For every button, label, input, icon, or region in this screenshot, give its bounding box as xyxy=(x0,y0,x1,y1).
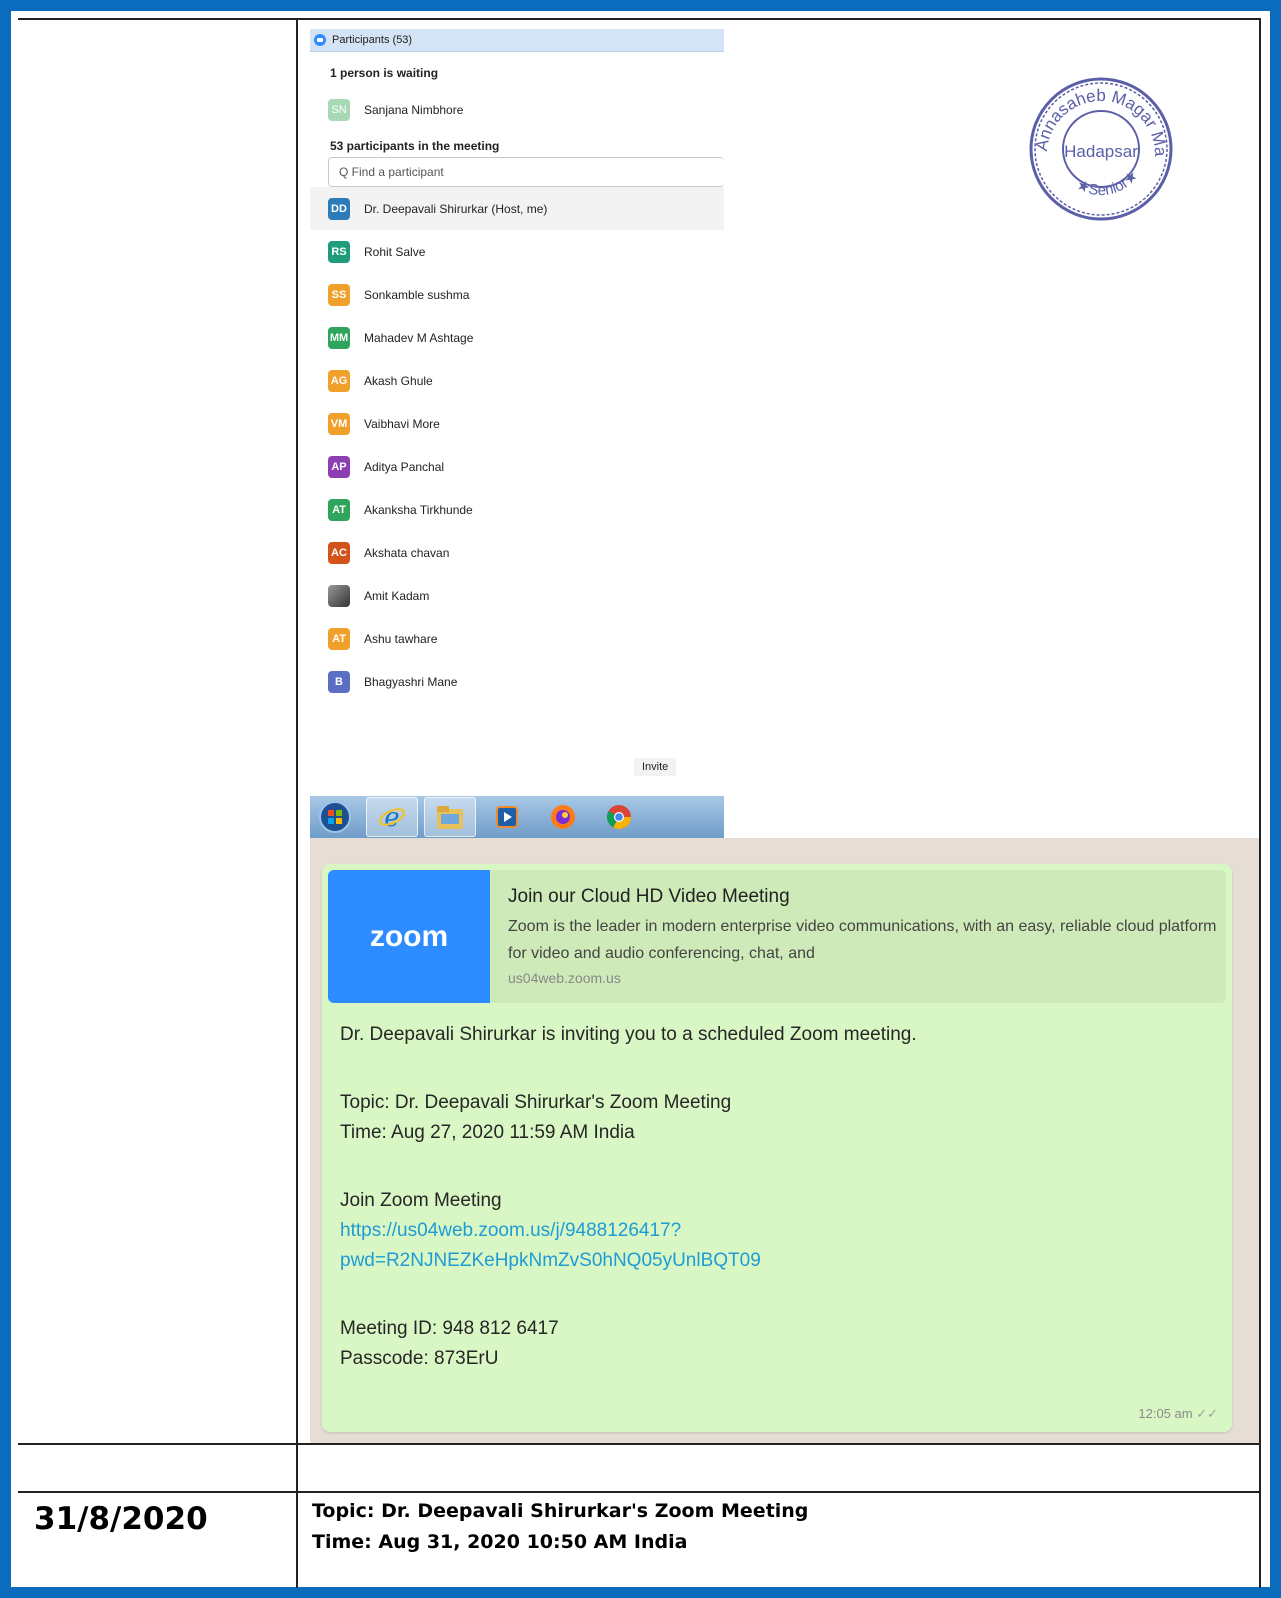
participant-row[interactable]: VM Vaibhavi More xyxy=(310,402,724,445)
panel-titlebar: Participants (53) xyxy=(310,29,724,52)
row-time: Time: Aug 31, 2020 10:50 AM India xyxy=(312,1531,688,1553)
zoom-participants-panel: Participants (53) 1 person is waiting SN… xyxy=(310,29,724,838)
meeting-heading: 53 participants in the meeting xyxy=(330,139,500,153)
participant-name: Bhagyashri Mane xyxy=(364,674,458,689)
search-placeholder: Q Find a participant xyxy=(339,165,444,179)
table-right-rule xyxy=(1259,18,1261,1588)
firefox-icon[interactable] xyxy=(538,798,588,836)
participant-name: Amit Kadam xyxy=(364,588,430,603)
avatar: RS xyxy=(328,240,350,263)
meeting-id: Meeting ID: 948 812 6417 xyxy=(340,1318,559,1339)
file-explorer-icon[interactable] xyxy=(424,797,476,837)
avatar: B xyxy=(328,670,350,693)
svg-text:Hadapsar: Hadapsar xyxy=(1064,142,1138,161)
time-line: Time: Aug 27, 2020 11:59 AM India xyxy=(340,1122,635,1143)
participant-row[interactable]: MM Mahadev M Ashtage xyxy=(310,316,724,359)
avatar: SS xyxy=(328,283,350,306)
table-top-rule xyxy=(18,18,1261,20)
college-seal-stamp: Annasaheb Magar Mahavidyalaya Hadapsar ★… xyxy=(1027,75,1173,221)
svg-text:e: e xyxy=(384,803,399,832)
participant-row[interactable]: DD Dr. Deepavali Shirurkar (Host, me) xyxy=(310,187,724,230)
preview-description: Zoom is the leader in modern enterprise … xyxy=(508,918,1217,962)
participant-name: Aditya Panchal xyxy=(364,459,445,474)
participant-row[interactable]: AG Akash Ghule xyxy=(310,359,724,402)
participant-name: Ashu tawhare xyxy=(364,631,438,646)
media-player-icon[interactable] xyxy=(482,798,532,836)
row-topic: Topic: Dr. Deepavali Shirurkar's Zoom Me… xyxy=(312,1500,809,1522)
preview-title: Join our Cloud HD Video Meeting xyxy=(508,886,790,907)
participant-row[interactable]: Amit Kadam xyxy=(310,574,724,617)
participant-name: Vaibhavi More xyxy=(364,416,440,431)
avatar: AT xyxy=(328,498,350,521)
avatar: AC xyxy=(328,541,350,564)
preview-url: us04web.zoom.us xyxy=(508,970,621,986)
participant-list: DD Dr. Deepavali Shirurkar (Host, me) RS Ro… xyxy=(310,187,724,703)
participant-row[interactable]: SS Sonkamble sushma xyxy=(310,273,724,316)
windows-taskbar: e xyxy=(310,796,724,838)
zoom-logo-icon xyxy=(314,34,326,46)
participant-name: Akash Ghule xyxy=(364,373,433,388)
link-preview[interactable]: zoom Join our Cloud HD Video Meeting Zoo… xyxy=(328,870,1226,1003)
avatar: SN xyxy=(328,98,350,121)
table-column-divider xyxy=(296,18,298,1588)
participant-name: Akshata chavan xyxy=(364,545,450,560)
participant-row[interactable]: AT Akanksha Tirkhunde xyxy=(310,488,724,531)
participant-name: Sonkamble sushma xyxy=(364,287,470,302)
avatar: AP xyxy=(328,455,350,478)
participant-row[interactable]: RS Rohit Salve xyxy=(310,230,724,273)
participant-row[interactable]: B Bhagyashri Mane xyxy=(310,660,724,703)
participant-name: Sanjana Nimbhore xyxy=(364,102,464,117)
windows-start-icon[interactable] xyxy=(310,798,360,836)
waiting-participant-row[interactable]: SN Sanjana Nimbhore xyxy=(310,88,724,131)
whatsapp-chat-area: zoom Join our Cloud HD Video Meeting Zoo… xyxy=(310,838,1259,1443)
avatar: DD xyxy=(328,197,350,220)
join-heading: Join Zoom Meeting xyxy=(340,1190,502,1211)
avatar: AG xyxy=(328,369,350,392)
participant-row[interactable]: AT Ashu tawhare xyxy=(310,617,724,660)
join-link[interactable]: https://us04web.zoom.us/j/9488126417? xyxy=(340,1220,681,1242)
participant-name: Rohit Salve xyxy=(364,244,426,259)
participant-row[interactable]: AP Aditya Panchal xyxy=(310,445,724,488)
panel-title: Participants (53) xyxy=(332,34,413,46)
internet-explorer-icon[interactable]: e xyxy=(366,797,418,837)
participant-name: Mahadev M Ashtage xyxy=(364,330,474,345)
participant-row[interactable]: AC Akshata chavan xyxy=(310,531,724,574)
avatar: MM xyxy=(328,326,350,349)
table-row-divider xyxy=(18,1491,1261,1493)
read-receipt-icon: ✓✓ xyxy=(1196,1406,1218,1421)
svg-text:★Senior★: ★Senior★ xyxy=(1074,167,1142,199)
invite-button[interactable]: Invite xyxy=(634,758,677,776)
zoom-logo: zoom xyxy=(328,870,490,1003)
chrome-icon[interactable] xyxy=(594,798,644,836)
search-input[interactable]: Q Find a participant xyxy=(328,157,724,187)
message-bubble: zoom Join our Cloud HD Video Meeting Zoo… xyxy=(322,864,1232,1432)
waiting-heading: 1 person is waiting xyxy=(330,66,439,80)
invite-line: Dr. Deepavali Shirurkar is inviting you … xyxy=(340,1024,917,1045)
avatar xyxy=(328,584,350,607)
avatar: VM xyxy=(328,412,350,435)
participant-name: Dr. Deepavali Shirurkar (Host, me) xyxy=(364,201,548,216)
passcode: Passcode: 873ErU xyxy=(340,1348,499,1369)
message-timestamp: 12:05 am ✓✓ xyxy=(1138,1406,1218,1422)
row-details: Topic: Dr. Deepavali Shirurkar's Zoom Me… xyxy=(312,1496,808,1558)
timestamp-text: 12:05 am xyxy=(1138,1406,1193,1421)
participant-name: Akanksha Tirkhunde xyxy=(364,502,473,517)
join-link-continued[interactable]: pwd=R2NJNEZKeHpkNmZvS0hNQ05yUnlBQT09 xyxy=(340,1250,761,1272)
row-date: 31/8/2020 xyxy=(34,1501,208,1537)
topic-line: Topic: Dr. Deepavali Shirurkar's Zoom Me… xyxy=(340,1092,732,1113)
table-row-divider xyxy=(18,1443,1261,1445)
avatar: AT xyxy=(328,627,350,650)
